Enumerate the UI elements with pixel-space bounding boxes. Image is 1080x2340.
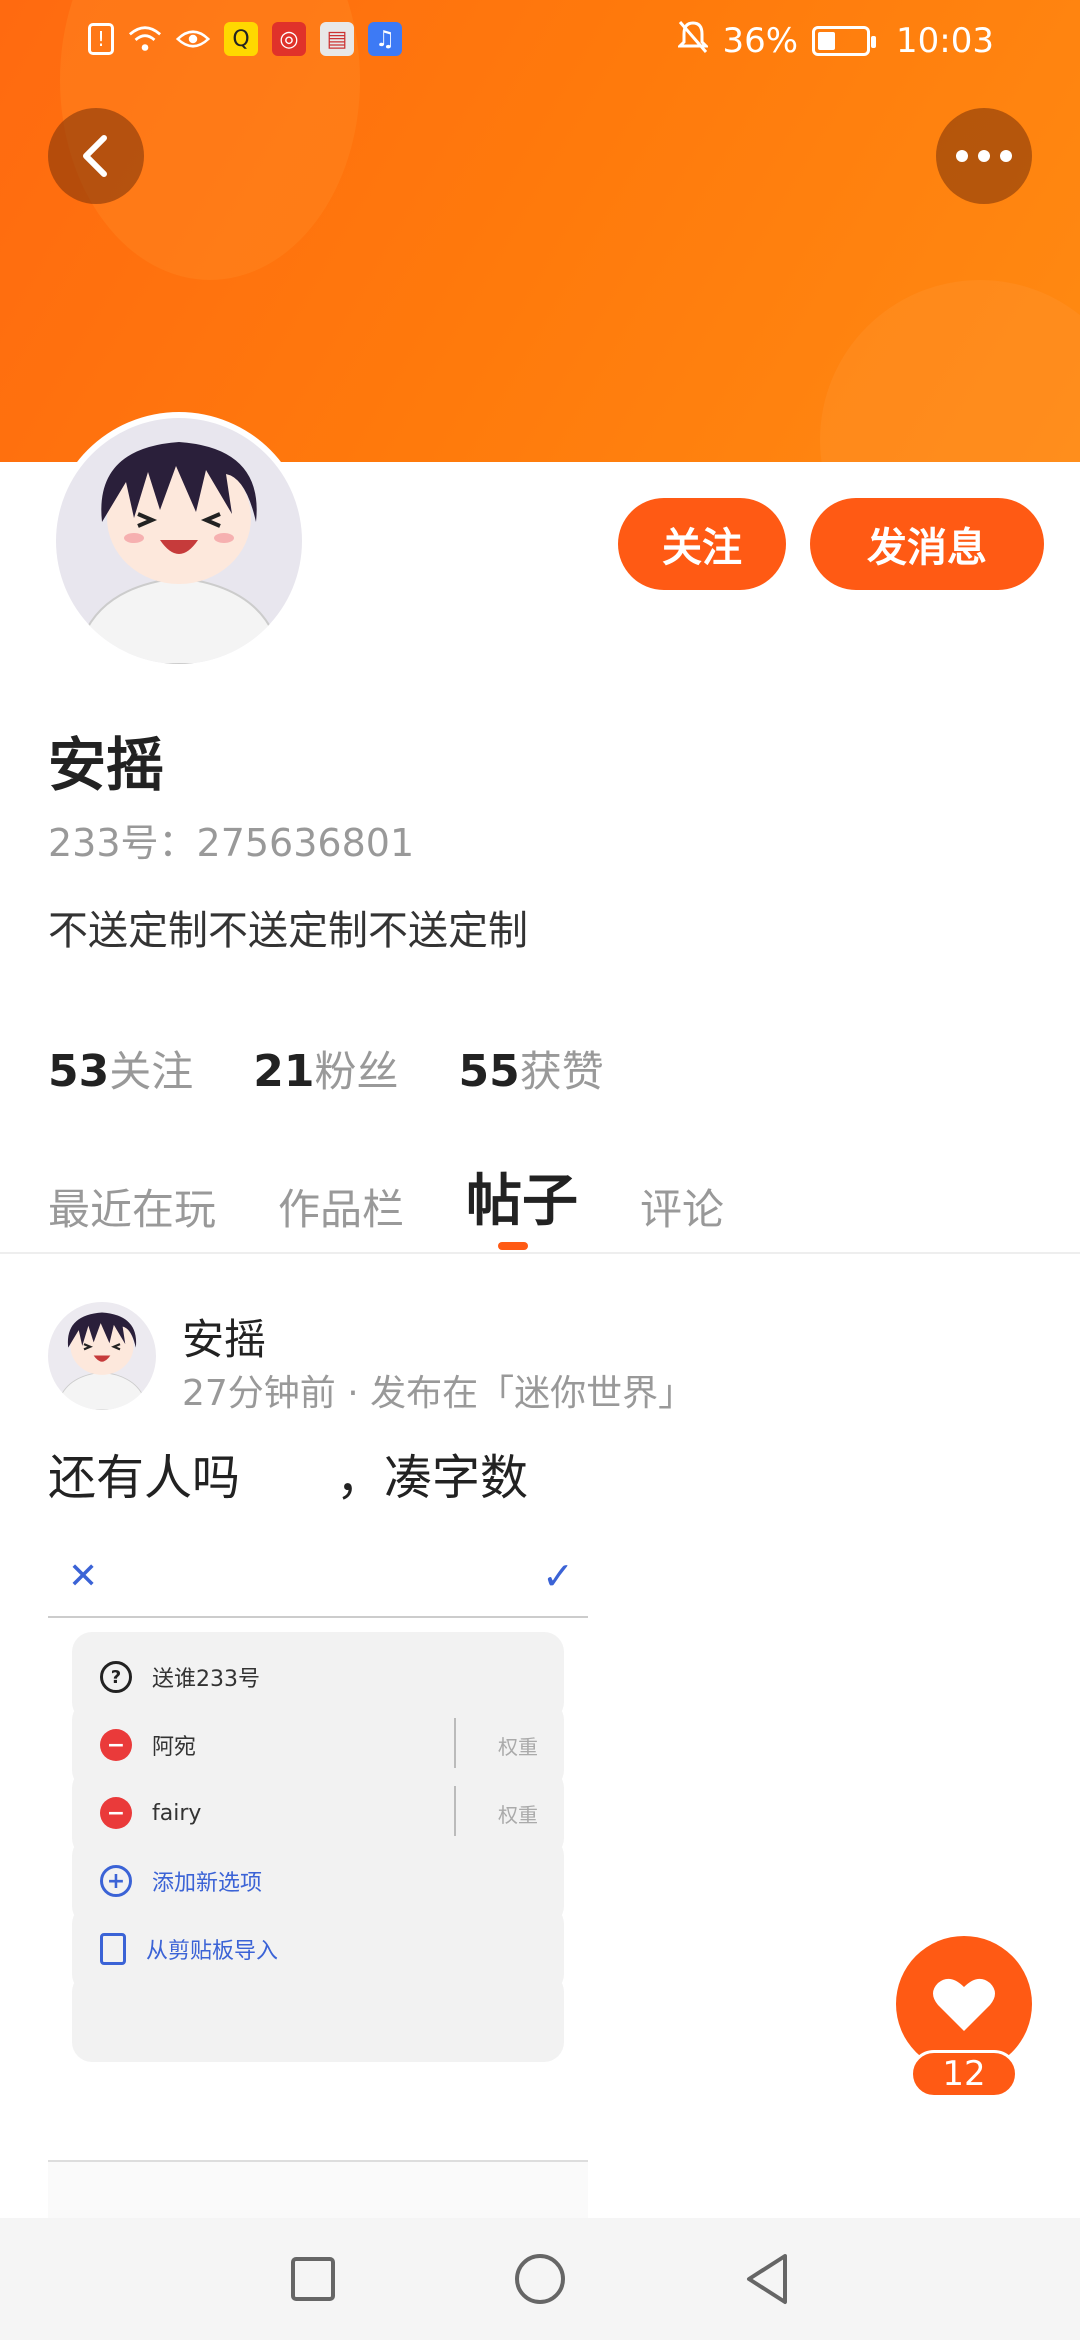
active-tab-indicator [498, 1242, 528, 1250]
profile-name: 安摇 [48, 731, 165, 799]
profile-tabs: 最近在玩 作品栏 帖子 评论 [48, 1156, 724, 1237]
tab-works[interactable]: 作品栏 [278, 1176, 404, 1237]
stat-fans[interactable]: 21粉丝 [253, 1038, 398, 1099]
home-button[interactable] [510, 2249, 570, 2309]
battery-percent: 36% [722, 21, 799, 61]
alert-icon: ! [88, 23, 114, 55]
stat-label: 关注 [109, 1047, 194, 1096]
tabs-divider [0, 1252, 1080, 1254]
square-icon [291, 2257, 336, 2301]
profile-bio: 不送定制不送定制不送定制 [48, 908, 528, 954]
screenshot-bottom-bar [48, 2160, 588, 2220]
like-count: 12 [910, 2050, 1018, 2098]
profile-uid: 233号：275636801 [48, 821, 415, 865]
post-author-name[interactable]: 安摇 [182, 1306, 266, 1367]
minus-icon: − [100, 1729, 132, 1761]
post-image[interactable]: ✕ ✓ ? 送谁233号 − 阿宛 权重 − fairy 权重 + 添加新选项 … [48, 1534, 588, 2220]
tab-posts[interactable]: 帖子 [466, 1156, 578, 1237]
list-item-label: 从剪贴板导入 [146, 1939, 279, 1964]
tab-recently-played[interactable]: 最近在玩 [48, 1176, 216, 1237]
stat-value: 55 [458, 1046, 520, 1097]
music-app-icon: ♫ [368, 22, 402, 56]
stat-label: 粉丝 [314, 1047, 399, 1096]
send-message-button[interactable]: 发消息 [810, 498, 1044, 590]
app-notification-icon: Q [224, 22, 258, 56]
back-button[interactable] [48, 108, 144, 204]
list-item-label: fairy [152, 1800, 202, 1826]
weight-label: 权重 [498, 1802, 538, 1827]
profile-stats: 53关注 21粉丝 55获赞 [48, 1038, 604, 1099]
check-icon: ✓ [542, 1554, 574, 1598]
app-notification-icon: ▤ [320, 22, 354, 56]
stat-value: 53 [48, 1046, 110, 1097]
recents-button[interactable] [283, 2249, 343, 2309]
battery-icon [812, 26, 877, 56]
question-icon: ? [100, 1661, 132, 1693]
stat-following[interactable]: 53关注 [48, 1038, 193, 1099]
list-item-label: 添加新选项 [152, 1871, 263, 1896]
list-item [72, 1972, 564, 2062]
profile-avatar[interactable] [50, 412, 308, 670]
post-meta: 27分钟前 · 发布在「迷你世界」 [182, 1373, 695, 1414]
wifi-icon [128, 22, 162, 56]
post-text[interactable]: 还有人吗 ，凑字数 [48, 1438, 528, 1508]
heart-icon [933, 1978, 995, 2031]
app-notification-icon: ◎ [272, 22, 306, 56]
status-bar: ! Q ◎ ▤ ♫ 36% 10:03 [0, 0, 1080, 84]
eye-icon [176, 22, 210, 56]
tab-comments[interactable]: 评论 [640, 1176, 724, 1237]
clipboard-icon [100, 1933, 126, 1965]
follow-button[interactable]: 关注 [618, 498, 786, 590]
close-icon: ✕ [68, 1556, 99, 1597]
minus-icon: − [100, 1797, 132, 1829]
system-nav-bar [0, 2218, 1080, 2340]
mute-icon [676, 20, 711, 62]
more-icon [956, 150, 1012, 162]
weight-label: 权重 [498, 1734, 538, 1759]
post-author-avatar[interactable] [48, 1302, 156, 1410]
stat-likes: 55获赞 [459, 1038, 604, 1099]
stat-value: 21 [253, 1046, 315, 1097]
plus-icon: + [100, 1865, 132, 1897]
stat-label: 获赞 [519, 1047, 604, 1096]
chevron-left-icon [83, 135, 107, 177]
back-nav-button[interactable] [737, 2249, 797, 2309]
circle-icon [514, 2254, 565, 2304]
more-options-button[interactable] [936, 108, 1032, 204]
triangle-back-icon [746, 2254, 787, 2304]
list-item-label: 阿宛 [152, 1735, 197, 1760]
list-item-label: 送谁233号 [152, 1667, 260, 1692]
clock: 10:03 [896, 21, 994, 61]
